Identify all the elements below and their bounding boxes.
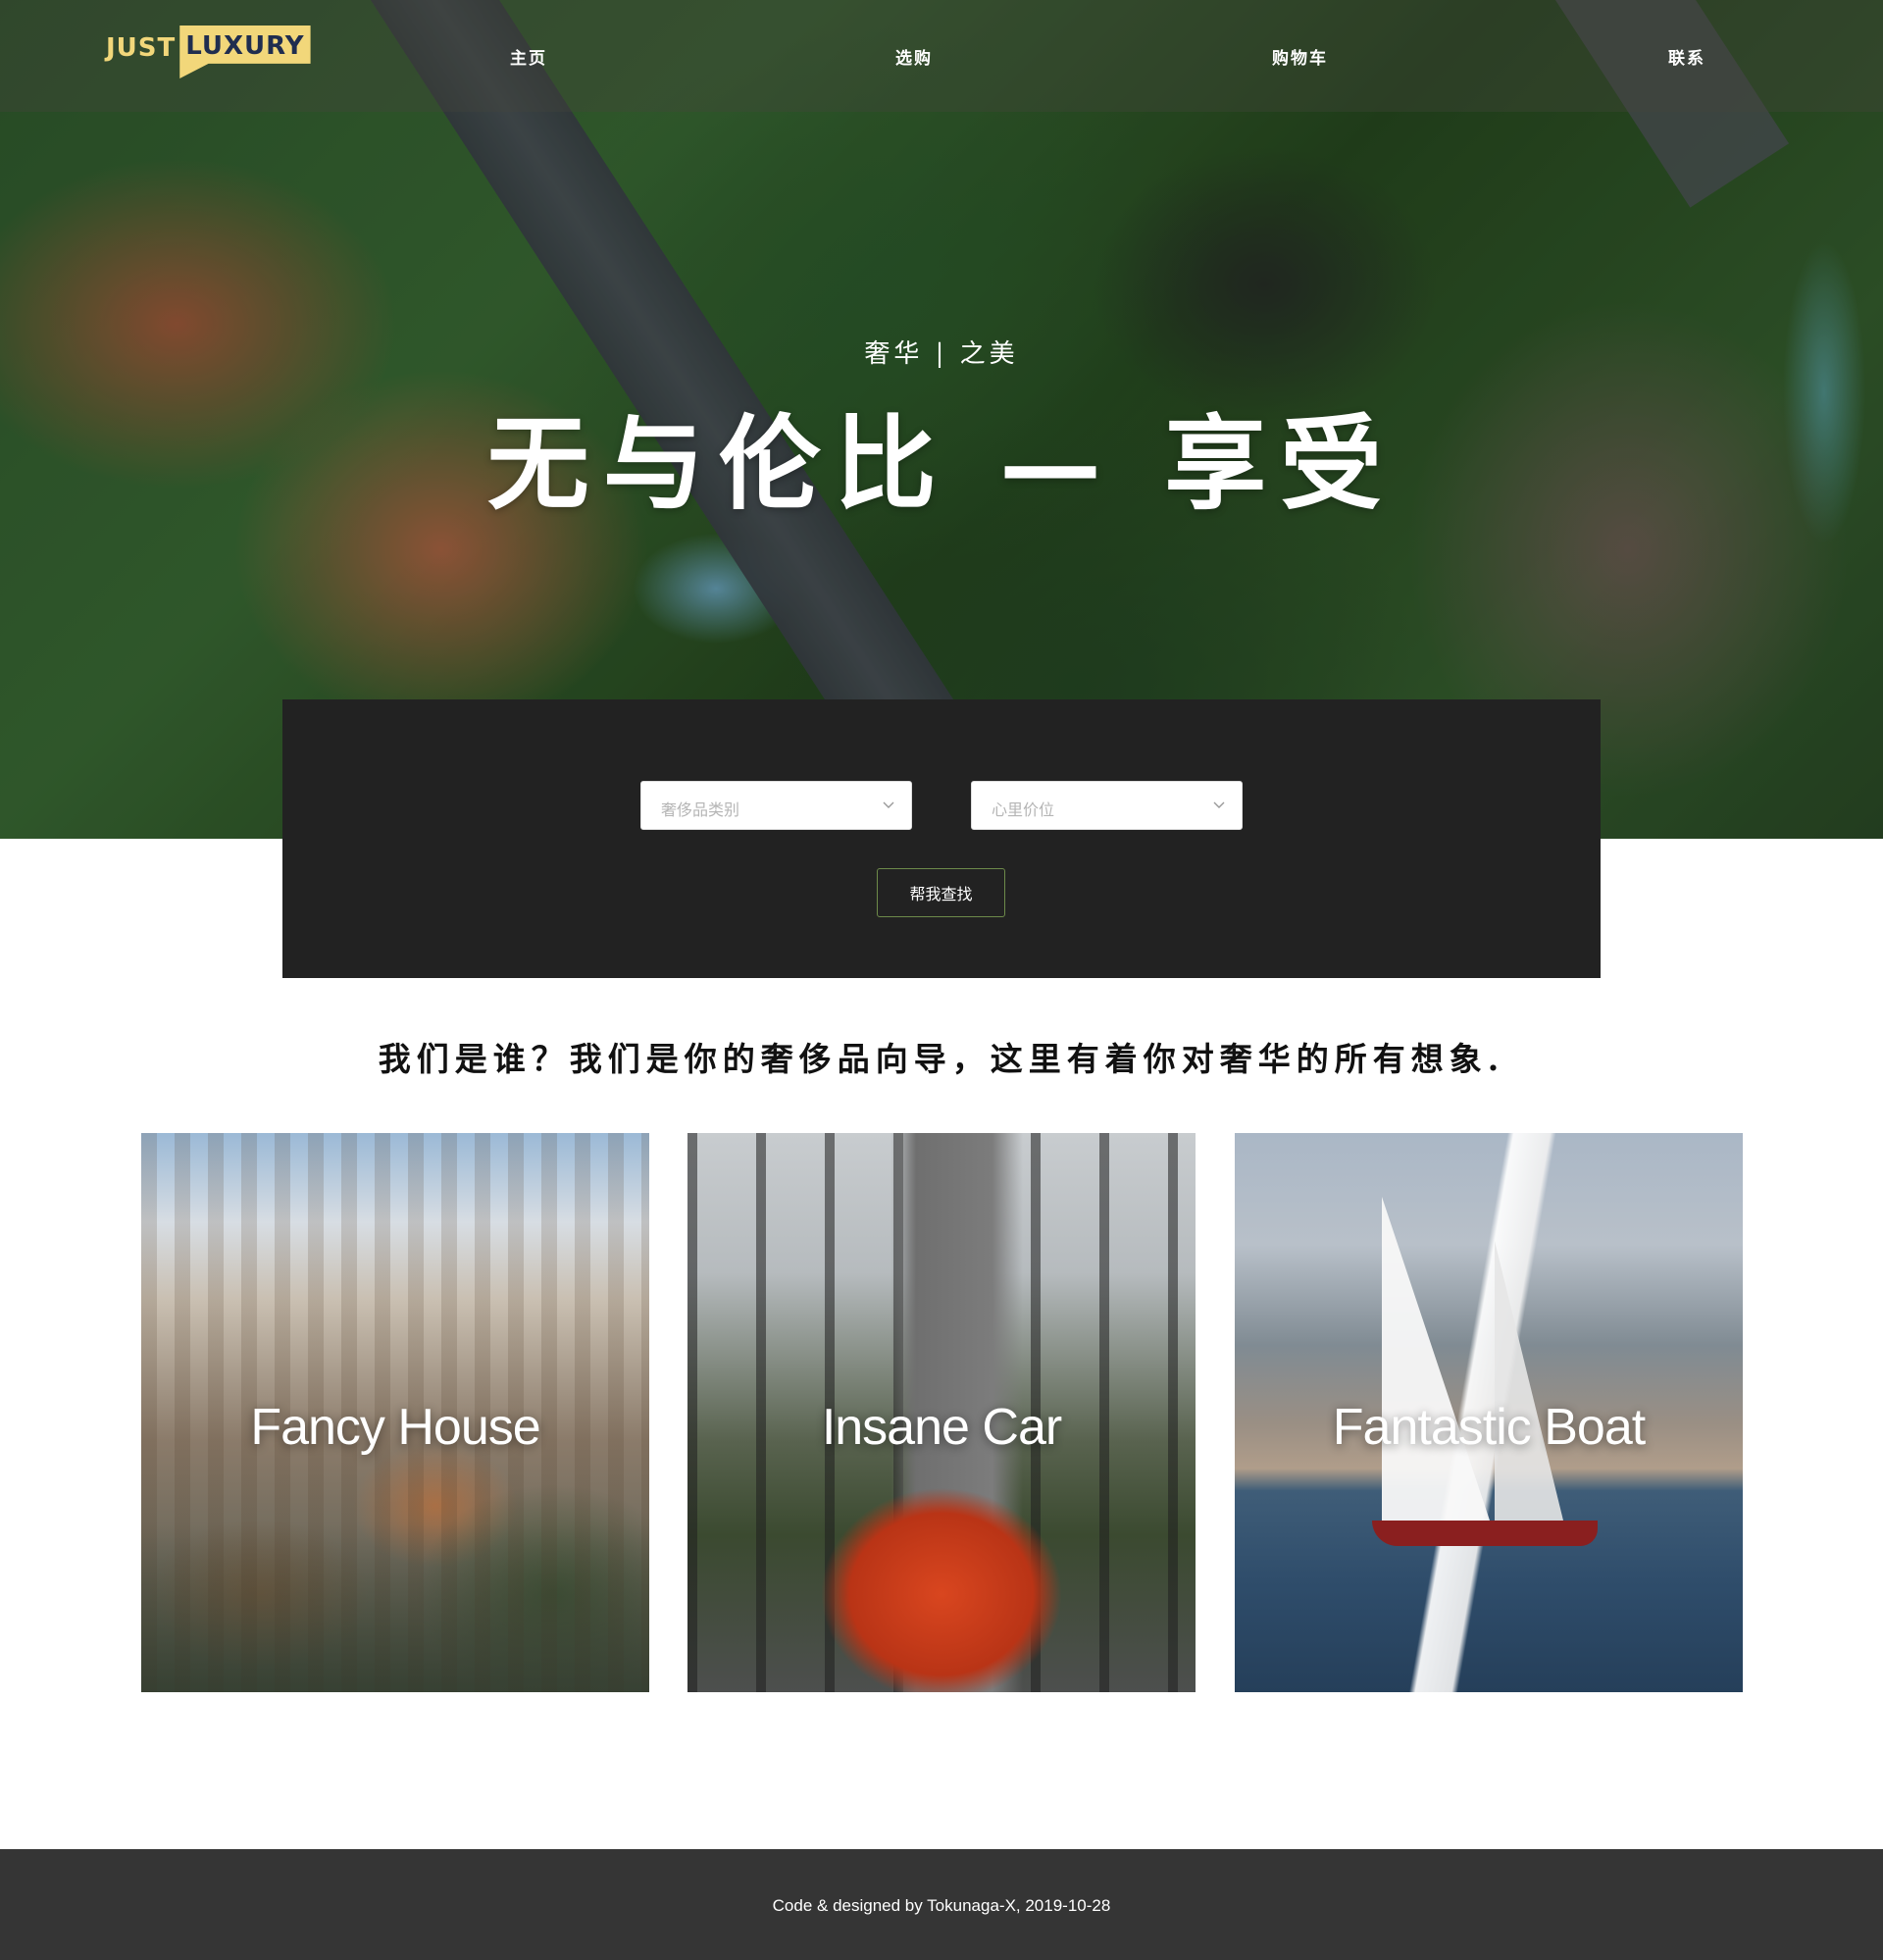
hero-subtitle: 奢华 | 之美 <box>864 339 1019 369</box>
nav-shop[interactable]: 选购 <box>895 44 933 69</box>
footer-credit: Code & designed by Tokunaga-X, 2019-10-2… <box>772 1896 1111 1915</box>
logo-text-luxury: LUXURY <box>179 26 311 78</box>
intro-statement: 我们是谁？我们是你的奢侈品向导，这里有着你对奢华的所有想象. <box>378 1040 1505 1078</box>
price-select-placeholder: 心里价位 <box>992 800 1055 819</box>
nav-contact[interactable]: 联系 <box>1668 44 1705 69</box>
card-title: Insane Car <box>821 1399 1062 1456</box>
category-select-placeholder: 奢侈品类别 <box>661 800 740 819</box>
find-button[interactable]: 帮我查找 <box>877 868 1005 917</box>
boat-hull-illustration <box>1372 1521 1598 1546</box>
nav-home[interactable]: 主页 <box>510 44 547 69</box>
card-insane-car[interactable]: Insane Car <box>687 1133 1196 1692</box>
logo-text-just: JUST <box>106 33 177 63</box>
page-footer: Code & designed by Tokunaga-X, 2019-10-2… <box>0 1849 1883 1960</box>
card-title: Fancy House <box>250 1399 540 1456</box>
card-title: Fantastic Boat <box>1332 1399 1646 1456</box>
nav-cart[interactable]: 购物车 <box>1272 44 1328 69</box>
boat-jib-illustration <box>1495 1241 1563 1521</box>
top-navbar: JUST LUXURY 主页 选购 购物车 联系 <box>0 0 1883 112</box>
chevron-down-icon <box>883 801 894 808</box>
hero-headline: 无与伦比 — 享受 <box>486 403 1397 524</box>
chevron-down-icon <box>1213 801 1225 808</box>
card-fancy-house[interactable]: Fancy House <box>141 1133 649 1692</box>
brand-logo[interactable]: JUST LUXURY <box>106 26 311 86</box>
category-select[interactable]: 奢侈品类别 <box>640 781 912 830</box>
card-fantastic-boat[interactable]: Fantastic Boat <box>1235 1133 1743 1692</box>
price-select[interactable]: 心里价位 <box>971 781 1243 830</box>
search-panel: 奢侈品类别 心里价位 帮我查找 <box>282 699 1601 978</box>
boat-sail-illustration <box>1382 1197 1490 1521</box>
